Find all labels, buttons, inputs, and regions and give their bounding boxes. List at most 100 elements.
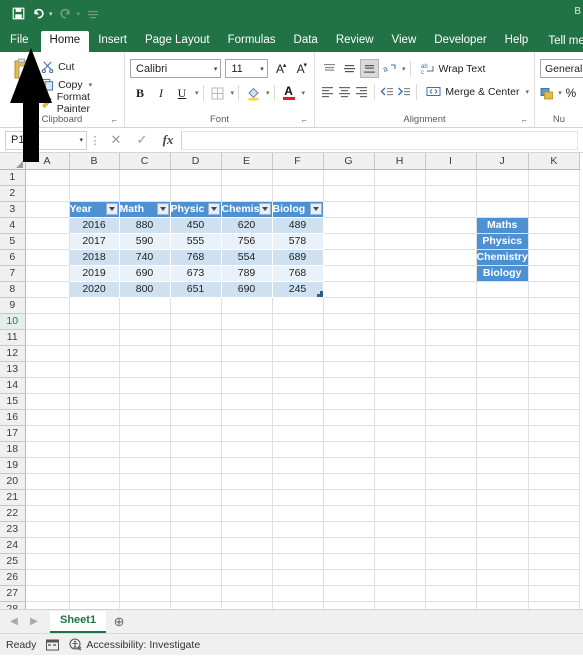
font-name-combo[interactable]: Calibri ▾: [130, 59, 221, 78]
underline-button[interactable]: U: [172, 83, 192, 103]
cell-H7[interactable]: [374, 265, 425, 281]
tab-review[interactable]: Review: [327, 31, 383, 53]
column-header-g[interactable]: G: [323, 153, 374, 169]
cell-H20[interactable]: [374, 473, 425, 489]
cancel-icon[interactable]: ✕: [103, 130, 129, 150]
cell-A15[interactable]: [25, 393, 69, 409]
cell-C23[interactable]: [119, 521, 170, 537]
cell-H10[interactable]: [374, 313, 425, 329]
fill-color-button[interactable]: [243, 83, 263, 103]
cell-K28[interactable]: [528, 601, 579, 609]
cell-I5[interactable]: [425, 233, 476, 249]
formula-bar-expand-handle[interactable]: ⋮: [87, 134, 103, 147]
cell-F20[interactable]: [272, 473, 323, 489]
alignment-dialog-launcher[interactable]: ⌐: [522, 116, 531, 125]
decrease-font-size-button[interactable]: A▾: [292, 59, 309, 78]
merge-center-dropdown-caret-icon[interactable]: ▾: [526, 88, 530, 96]
font-size-combo[interactable]: 11 ▾: [225, 59, 267, 78]
table-cell-F4[interactable]: 489: [272, 217, 323, 233]
cell-K21[interactable]: [528, 489, 579, 505]
table-header-B3[interactable]: Year: [69, 201, 119, 217]
tab-insert[interactable]: Insert: [89, 31, 136, 53]
cell-B24[interactable]: [69, 537, 119, 553]
cell-E15[interactable]: [221, 393, 272, 409]
filter-dropdown-icon[interactable]: [259, 203, 271, 215]
font-dialog-launcher[interactable]: ⌐: [302, 116, 311, 125]
cell-I19[interactable]: [425, 457, 476, 473]
orientation-dropdown-caret-icon[interactable]: ▾: [402, 65, 406, 73]
cell-F13[interactable]: [272, 361, 323, 377]
cell-E18[interactable]: [221, 441, 272, 457]
cell-G7[interactable]: [323, 265, 374, 281]
column-header-b[interactable]: B: [69, 153, 119, 169]
cell-J20[interactable]: [476, 473, 528, 489]
table-resize-handle[interactable]: [317, 291, 323, 297]
cell-G20[interactable]: [323, 473, 374, 489]
cell-B25[interactable]: [69, 553, 119, 569]
cell-G22[interactable]: [323, 505, 374, 521]
cell-A13[interactable]: [25, 361, 69, 377]
cell-J21[interactable]: [476, 489, 528, 505]
cell-A18[interactable]: [25, 441, 69, 457]
cell-A16[interactable]: [25, 409, 69, 425]
cell-J25[interactable]: [476, 553, 528, 569]
cell-J19[interactable]: [476, 457, 528, 473]
cell-K5[interactable]: [528, 233, 579, 249]
cell-A21[interactable]: [25, 489, 69, 505]
cell-E24[interactable]: [221, 537, 272, 553]
accounting-format-button[interactable]: [540, 83, 554, 103]
cell-D10[interactable]: [170, 313, 221, 329]
cell-G2[interactable]: [323, 185, 374, 201]
cell-G11[interactable]: [323, 329, 374, 345]
cell-K19[interactable]: [528, 457, 579, 473]
cell-J26[interactable]: [476, 569, 528, 585]
row-header-24[interactable]: 24: [0, 537, 25, 553]
chevron-down-icon[interactable]: ▾: [260, 65, 264, 73]
cell-B26[interactable]: [69, 569, 119, 585]
cell-H5[interactable]: [374, 233, 425, 249]
borders-button[interactable]: [208, 83, 228, 103]
cell-F19[interactable]: [272, 457, 323, 473]
cell-C14[interactable]: [119, 377, 170, 393]
chevron-down-icon[interactable]: ▾: [214, 65, 218, 73]
table-cell-F5[interactable]: 578: [272, 233, 323, 249]
table-cell-C6[interactable]: 740: [119, 249, 170, 265]
cell-D14[interactable]: [170, 377, 221, 393]
column-header-j[interactable]: J: [476, 153, 528, 169]
cell-H13[interactable]: [374, 361, 425, 377]
cell-G10[interactable]: [323, 313, 374, 329]
cell-J3[interactable]: [476, 201, 528, 217]
cell-I1[interactable]: [425, 169, 476, 185]
align-center-button[interactable]: [337, 82, 353, 101]
row-header-8[interactable]: 8: [0, 281, 25, 297]
cell-G8[interactable]: [323, 281, 374, 297]
cell-G21[interactable]: [323, 489, 374, 505]
cell-E17[interactable]: [221, 425, 272, 441]
table-cell-B7[interactable]: 2019: [69, 265, 119, 281]
cell-F23[interactable]: [272, 521, 323, 537]
fill-color-dropdown-caret-icon[interactable]: ▾: [266, 89, 270, 97]
bold-button[interactable]: B: [130, 83, 150, 103]
cell-C11[interactable]: [119, 329, 170, 345]
cell-A24[interactable]: [25, 537, 69, 553]
tab-file[interactable]: File: [0, 31, 41, 53]
cell-B21[interactable]: [69, 489, 119, 505]
cell-F25[interactable]: [272, 553, 323, 569]
cell-K22[interactable]: [528, 505, 579, 521]
formula-input[interactable]: [181, 131, 578, 150]
cell-I28[interactable]: [425, 601, 476, 609]
cell-B9[interactable]: [69, 297, 119, 313]
cell-I10[interactable]: [425, 313, 476, 329]
side-label-cell-J7[interactable]: Biology: [476, 265, 528, 281]
row-header-2[interactable]: 2: [0, 185, 25, 201]
cell-D16[interactable]: [170, 409, 221, 425]
cell-I20[interactable]: [425, 473, 476, 489]
row-header-26[interactable]: 26: [0, 569, 25, 585]
column-header-f[interactable]: F: [272, 153, 323, 169]
cell-A3[interactable]: [25, 201, 69, 217]
customize-qat-icon[interactable]: [83, 4, 103, 24]
cell-I9[interactable]: [425, 297, 476, 313]
italic-button[interactable]: I: [151, 83, 171, 103]
cell-I24[interactable]: [425, 537, 476, 553]
cell-E19[interactable]: [221, 457, 272, 473]
